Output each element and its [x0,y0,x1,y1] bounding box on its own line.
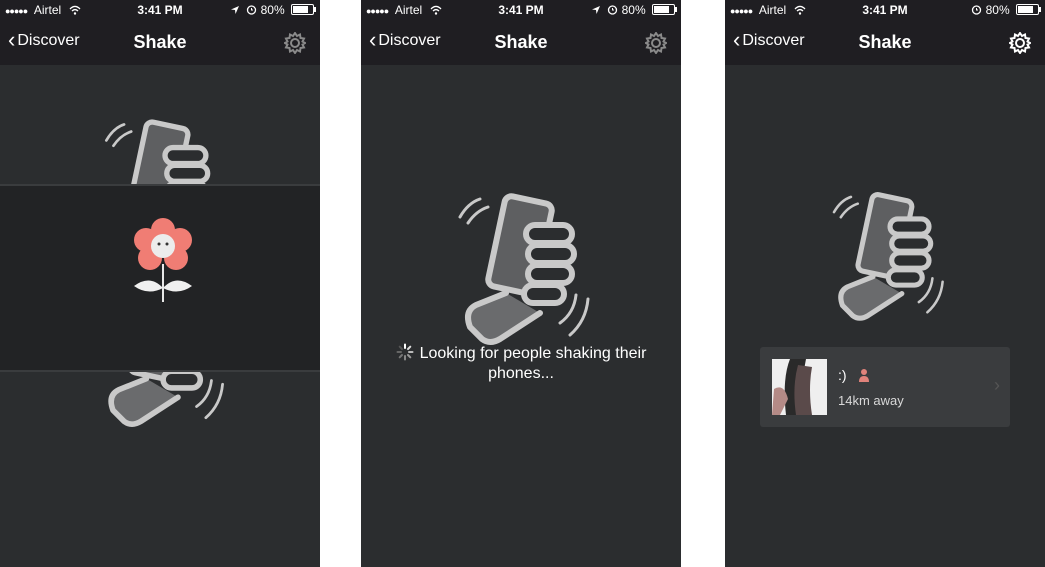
shake-screen-searching: ●●●●● Airtel 3:41 PM 80% ‹ Discover Shake [361,0,681,567]
result-reveal-band [0,184,320,372]
alarm-icon [972,5,982,15]
nav-bar: ‹ Discover Shake [0,20,320,65]
nav-bar: ‹ Discover Shake [725,20,1045,65]
settings-gear-icon[interactable] [284,32,306,54]
settings-gear-icon[interactable] [645,32,667,54]
location-arrow-icon [230,6,239,14]
location-arrow-icon [591,6,600,14]
battery-icon [652,4,677,15]
searching-status: Looking for people shaking their phones.… [381,343,661,384]
battery-percent: 80% [621,3,646,17]
status-bar: ●●●●● Airtel 3:41 PM 80% [361,0,681,20]
settings-gear-icon[interactable] [1009,32,1031,54]
shaking-hand-icon [820,185,960,325]
shake-screen-revealing: ●●●●● Airtel 3:41 PM 80% ‹ Discover Shake [0,0,320,567]
battery-icon [1016,4,1041,15]
battery-icon [291,4,316,15]
alarm-icon [247,5,257,15]
result-name-row: :) [838,367,870,383]
result-name: :) [838,367,847,383]
nav-bar: ‹ Discover Shake [361,20,681,65]
battery-percent: 80% [260,3,285,17]
shake-screen-result: ●●●●● Airtel 3:41 PM 80% ‹ Discover Shake [725,0,1045,567]
battery-percent: 80% [985,3,1010,17]
loading-spinner-icon [396,343,414,361]
status-bar: ●●●●● Airtel 3:41 PM 80% [0,0,320,20]
chevron-right-icon: › [994,375,1000,395]
status-bar: ●●●●● Airtel 3:41 PM 80% [725,0,1045,20]
page-title: Shake [494,32,548,52]
alarm-icon [608,5,618,15]
female-icon [859,369,870,382]
page-title: Shake [133,32,187,52]
shaking-hand-icon [456,185,596,350]
searching-text: Looking for people shaking their phones.… [419,345,647,382]
shaking-hand-icon-top [100,112,230,192]
result-distance: 14km away [838,393,904,408]
result-card[interactable]: :) 14km away › [760,347,1010,427]
avatar [772,359,827,415]
flower-icon [134,218,192,302]
page-title: Shake [858,32,912,52]
